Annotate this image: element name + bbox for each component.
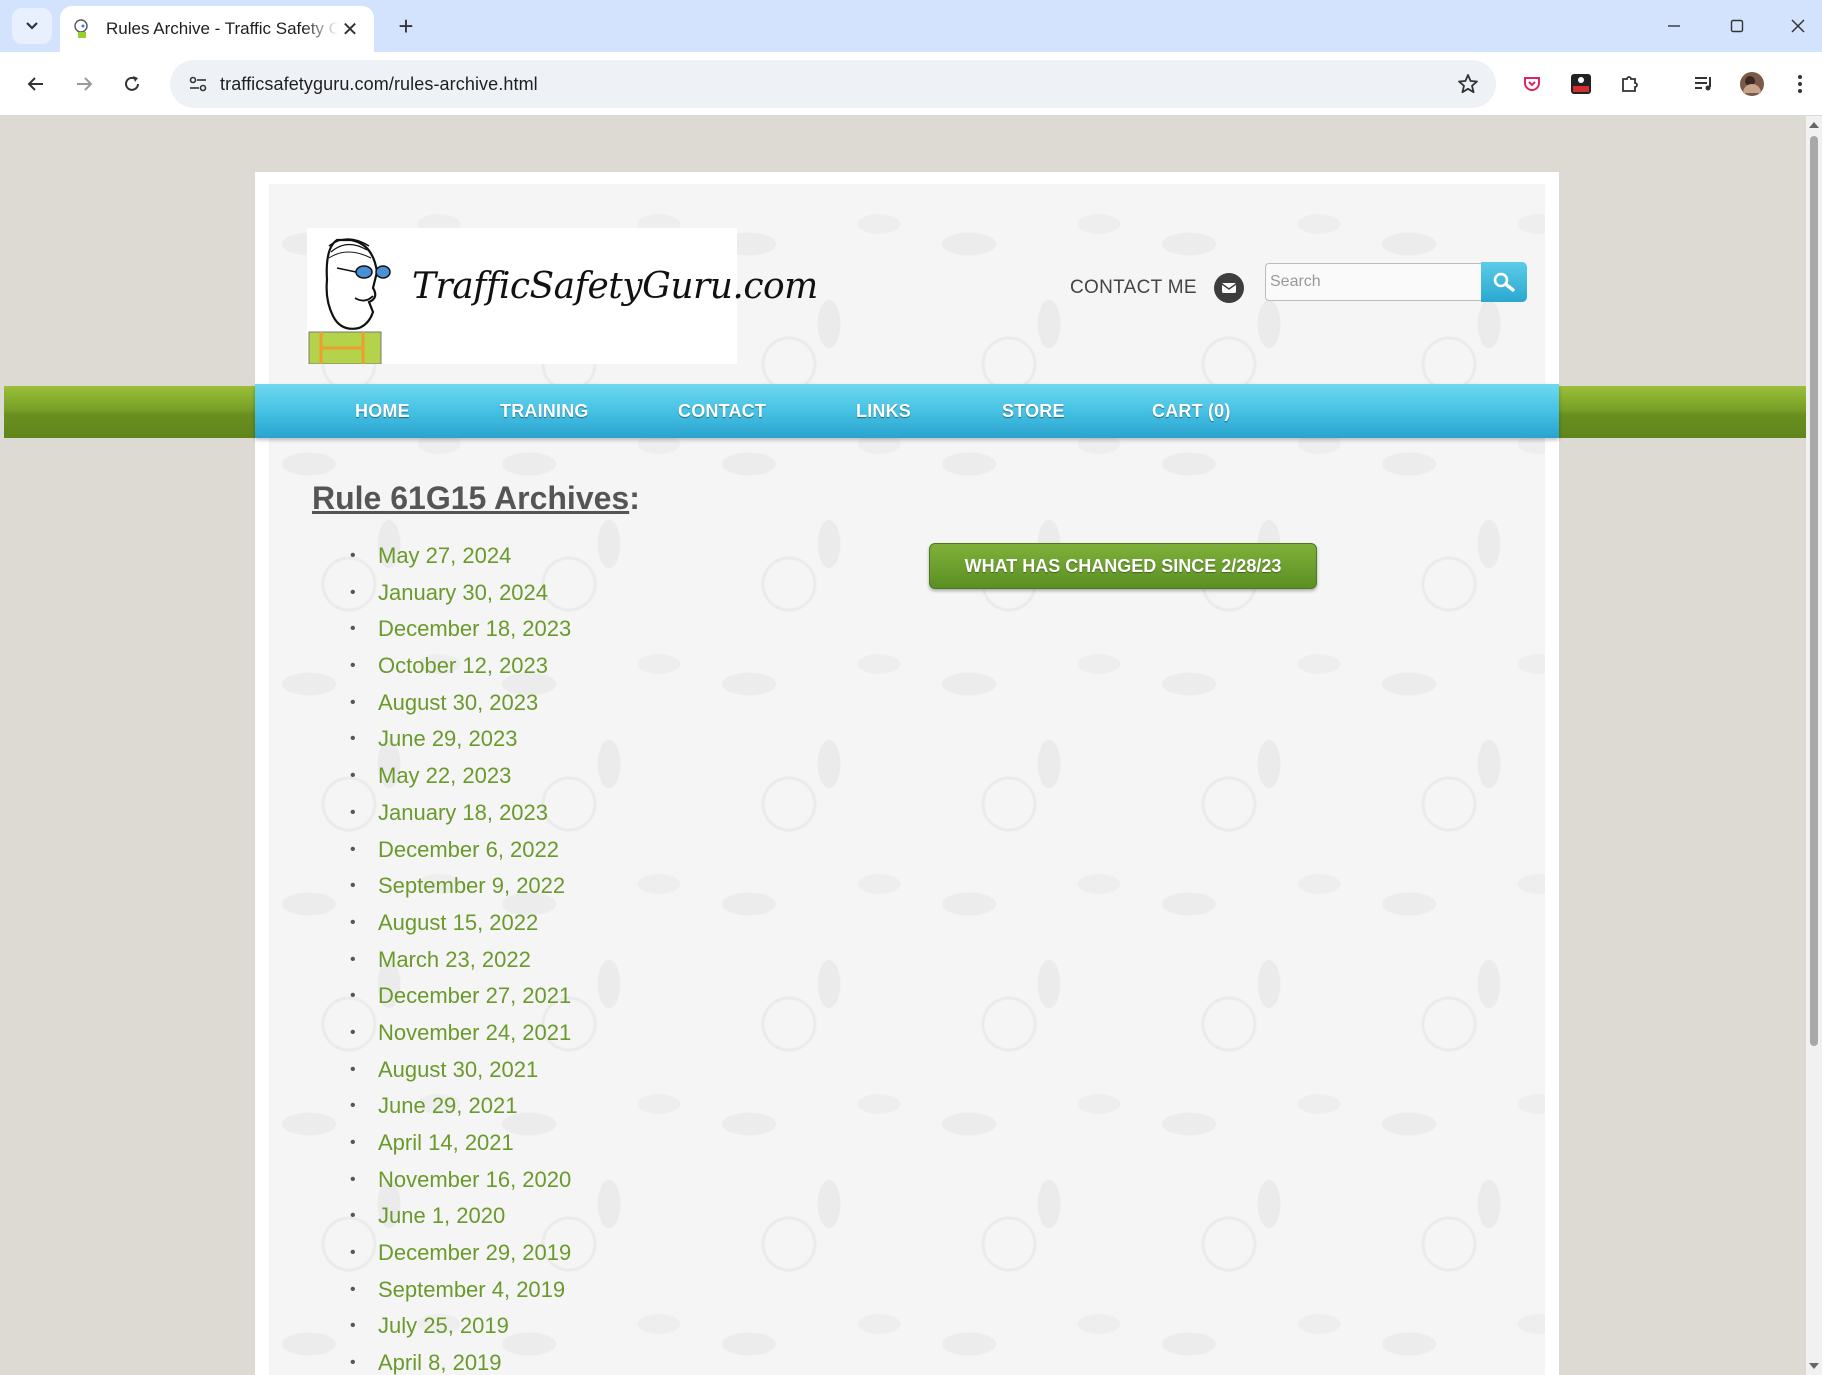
close-icon	[1791, 19, 1805, 33]
media-controls-button[interactable]	[1690, 70, 1718, 98]
address-bar[interactable]: trafficsafetyguru.com/rules-archive.html	[170, 60, 1496, 108]
browser-tab-bar: Rules Archive - Traffic Safety Guru ✕ +	[0, 0, 1822, 52]
arrow-left-icon	[27, 77, 43, 91]
puzzle-icon	[1622, 76, 1638, 92]
scroll-up-arrow-icon[interactable]	[1809, 122, 1819, 128]
archive-link[interactable]: May 27, 2024	[350, 538, 571, 575]
archive-link[interactable]: December 27, 2021	[350, 978, 571, 1015]
archive-link[interactable]: January 30, 2024	[350, 575, 571, 612]
minimize-icon	[1668, 25, 1680, 27]
archive-link[interactable]: December 29, 2019	[350, 1235, 571, 1272]
archive-link[interactable]: December 6, 2022	[350, 832, 571, 869]
extension-coupon[interactable]	[1567, 70, 1595, 98]
archive-link[interactable]: August 30, 2023	[350, 685, 571, 722]
maximize-icon	[1730, 19, 1744, 33]
archive-link[interactable]: October 12, 2023	[350, 648, 571, 685]
pocket-icon	[1524, 77, 1540, 91]
nav-home[interactable]: HOME	[355, 401, 410, 422]
tab-search-button[interactable]	[12, 8, 52, 44]
minimize-button[interactable]	[1650, 8, 1698, 44]
logo-text: TrafficSafetyGuru.com	[412, 266, 818, 307]
search-input[interactable]	[1265, 263, 1481, 301]
archive-link[interactable]: May 22, 2023	[350, 758, 571, 795]
extensions-button[interactable]	[1616, 70, 1644, 98]
bookmark-button[interactable]	[1456, 72, 1480, 101]
browser-menu-button[interactable]	[1786, 70, 1814, 98]
search-icon	[1493, 272, 1515, 292]
back-button[interactable]	[18, 66, 54, 102]
archive-link[interactable]: January 18, 2023	[350, 795, 571, 832]
scrollbar-thumb[interactable]	[1810, 136, 1818, 1046]
search-button[interactable]	[1481, 262, 1527, 302]
archive-link[interactable]: March 23, 2022	[350, 942, 571, 979]
playlist-icon	[1695, 77, 1711, 91]
avatar-icon	[1740, 72, 1764, 96]
archive-link[interactable]: April 14, 2021	[350, 1125, 571, 1162]
what-has-changed-button[interactable]: WHAT HAS CHANGED SINCE 2/28/23	[929, 543, 1317, 589]
archive-link[interactable]: August 15, 2022	[350, 905, 571, 942]
reload-icon	[125, 76, 139, 91]
archive-list: May 27, 2024 January 30, 2024 December 1…	[350, 538, 571, 1375]
browser-tab[interactable]: Rules Archive - Traffic Safety Guru ✕	[60, 6, 374, 52]
nav-links[interactable]: LINKS	[856, 401, 911, 422]
page-title-link[interactable]: Rule 61G15 Archives	[312, 480, 629, 516]
envelope-icon[interactable]	[1214, 273, 1244, 303]
tab-close-icon[interactable]: ✕	[338, 17, 362, 42]
arrow-right-icon	[77, 77, 93, 91]
more-vertical-icon	[1798, 75, 1802, 93]
main-navigation: HOME TRAINING CONTACT LINKS STORE CART (…	[255, 384, 1559, 438]
profile-avatar[interactable]	[1738, 70, 1766, 98]
guru-mascot-icon	[308, 238, 391, 364]
new-tab-button[interactable]: +	[390, 10, 422, 42]
nav-store[interactable]: STORE	[1002, 401, 1065, 422]
archive-link[interactable]: December 18, 2023	[350, 611, 571, 648]
archive-link[interactable]: September 4, 2019	[350, 1272, 571, 1309]
page-title-suffix: :	[629, 480, 640, 516]
tab-title: Rules Archive - Traffic Safety Guru	[106, 19, 338, 38]
nav-training[interactable]: TRAINING	[500, 401, 589, 422]
coupon-icon	[1571, 74, 1591, 94]
archive-link[interactable]: June 29, 2021	[350, 1088, 571, 1125]
forward-button[interactable]	[66, 66, 102, 102]
page-viewport: TrafficSafetyGuru.com CONTACT ME HOME TR…	[4, 116, 1806, 1375]
close-window-button[interactable]	[1774, 8, 1822, 44]
star-icon	[1458, 74, 1478, 94]
extension-pocket[interactable]	[1518, 70, 1546, 98]
site-favicon-icon	[74, 19, 88, 38]
page-scrollbar[interactable]	[1806, 116, 1822, 1375]
archive-link[interactable]: November 16, 2020	[350, 1162, 571, 1199]
contact-me-link[interactable]: CONTACT ME	[1070, 277, 1197, 299]
reload-button[interactable]	[114, 66, 150, 102]
url-text: trafficsafetyguru.com/rules-archive.html	[220, 73, 538, 94]
maximize-button[interactable]	[1713, 8, 1761, 44]
nav-cart[interactable]: CART (0)	[1152, 401, 1231, 422]
chevron-down-icon	[26, 22, 38, 30]
scroll-down-arrow-icon[interactable]	[1809, 1363, 1819, 1369]
archive-link[interactable]: June 1, 2020	[350, 1198, 571, 1235]
nav-contact[interactable]: CONTACT	[678, 401, 766, 422]
archive-link[interactable]: April 8, 2019	[350, 1345, 571, 1375]
site-logo[interactable]: TrafficSafetyGuru.com	[307, 228, 818, 364]
browser-toolbar: trafficsafetyguru.com/rules-archive.html	[0, 52, 1822, 116]
archive-link[interactable]: November 24, 2021	[350, 1015, 571, 1052]
archive-link[interactable]: September 9, 2022	[350, 868, 571, 905]
page-title: Rule 61G15 Archives:	[312, 480, 640, 517]
site-info-button[interactable]	[176, 75, 220, 93]
tune-icon	[189, 76, 207, 92]
archive-link[interactable]: July 25, 2019	[350, 1308, 571, 1345]
archive-link[interactable]: June 29, 2023	[350, 721, 571, 758]
archive-link[interactable]: August 30, 2021	[350, 1052, 571, 1089]
